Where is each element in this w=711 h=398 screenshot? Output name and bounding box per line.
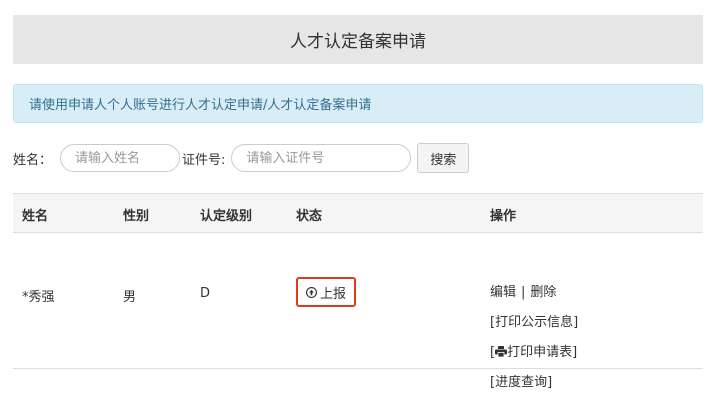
status-label: 上报 bbox=[320, 286, 347, 302]
name-label: 姓名： bbox=[13, 152, 53, 168]
search-button[interactable]: 搜索 bbox=[417, 143, 470, 173]
id-label: 证件号: bbox=[182, 152, 226, 168]
print-public-info-link[interactable]: [打印公示信息] bbox=[490, 315, 578, 330]
progress-query-link[interactable]: [进度查询] bbox=[490, 375, 552, 390]
info-notice: 请使用申请人个人账号进行人才认定申请/人才认定备案申请 bbox=[13, 84, 703, 123]
cell-gender: 男 bbox=[123, 290, 137, 305]
row-actions: 编辑 | 删除 [打印公示信息] [ 打印申请表] [进度查询] bbox=[490, 278, 578, 398]
search-bar: 姓名： 证件号: 搜索 bbox=[13, 142, 470, 174]
column-header-name: 姓名 bbox=[22, 209, 49, 224]
column-header-level: 认定级别 bbox=[200, 209, 253, 224]
column-header-actions: 操作 bbox=[490, 209, 517, 224]
edit-link[interactable]: 编辑 bbox=[490, 285, 516, 300]
id-number-search-input[interactable] bbox=[231, 144, 412, 172]
applications-table: 姓名 性别 认定级别 状态 操作 *秀强 男 D 上报 编辑 | 删除 [打印公示信… bbox=[13, 193, 703, 390]
table-row: *秀强 男 D 上报 编辑 | 删除 [打印公示信息] [ 打印申请表] [进度… bbox=[13, 233, 703, 390]
column-header-gender: 性别 bbox=[123, 209, 150, 224]
print-application-form-link[interactable]: [ 打印申请表] bbox=[490, 338, 578, 368]
column-header-status: 状态 bbox=[296, 209, 323, 224]
upload-circle-icon bbox=[306, 286, 317, 298]
status-report-button[interactable]: 上报 bbox=[296, 277, 357, 307]
delete-link[interactable]: 删除 bbox=[530, 285, 556, 300]
table-header: 姓名 性别 认定级别 状态 操作 bbox=[13, 193, 703, 233]
page-header: 人才认定备案申请 bbox=[13, 15, 703, 64]
page-title: 人才认定备案申请 bbox=[290, 32, 426, 52]
name-search-input[interactable] bbox=[60, 144, 181, 172]
cell-name: *秀强 bbox=[22, 290, 55, 305]
notice-text: 请使用申请人个人账号进行人才认定申请/人才认定备案申请 bbox=[29, 98, 372, 113]
cell-level: D bbox=[200, 286, 211, 301]
action-separator: | bbox=[521, 285, 526, 300]
printer-icon bbox=[495, 346, 508, 357]
print-form-label: 打印申请表] bbox=[507, 345, 578, 360]
